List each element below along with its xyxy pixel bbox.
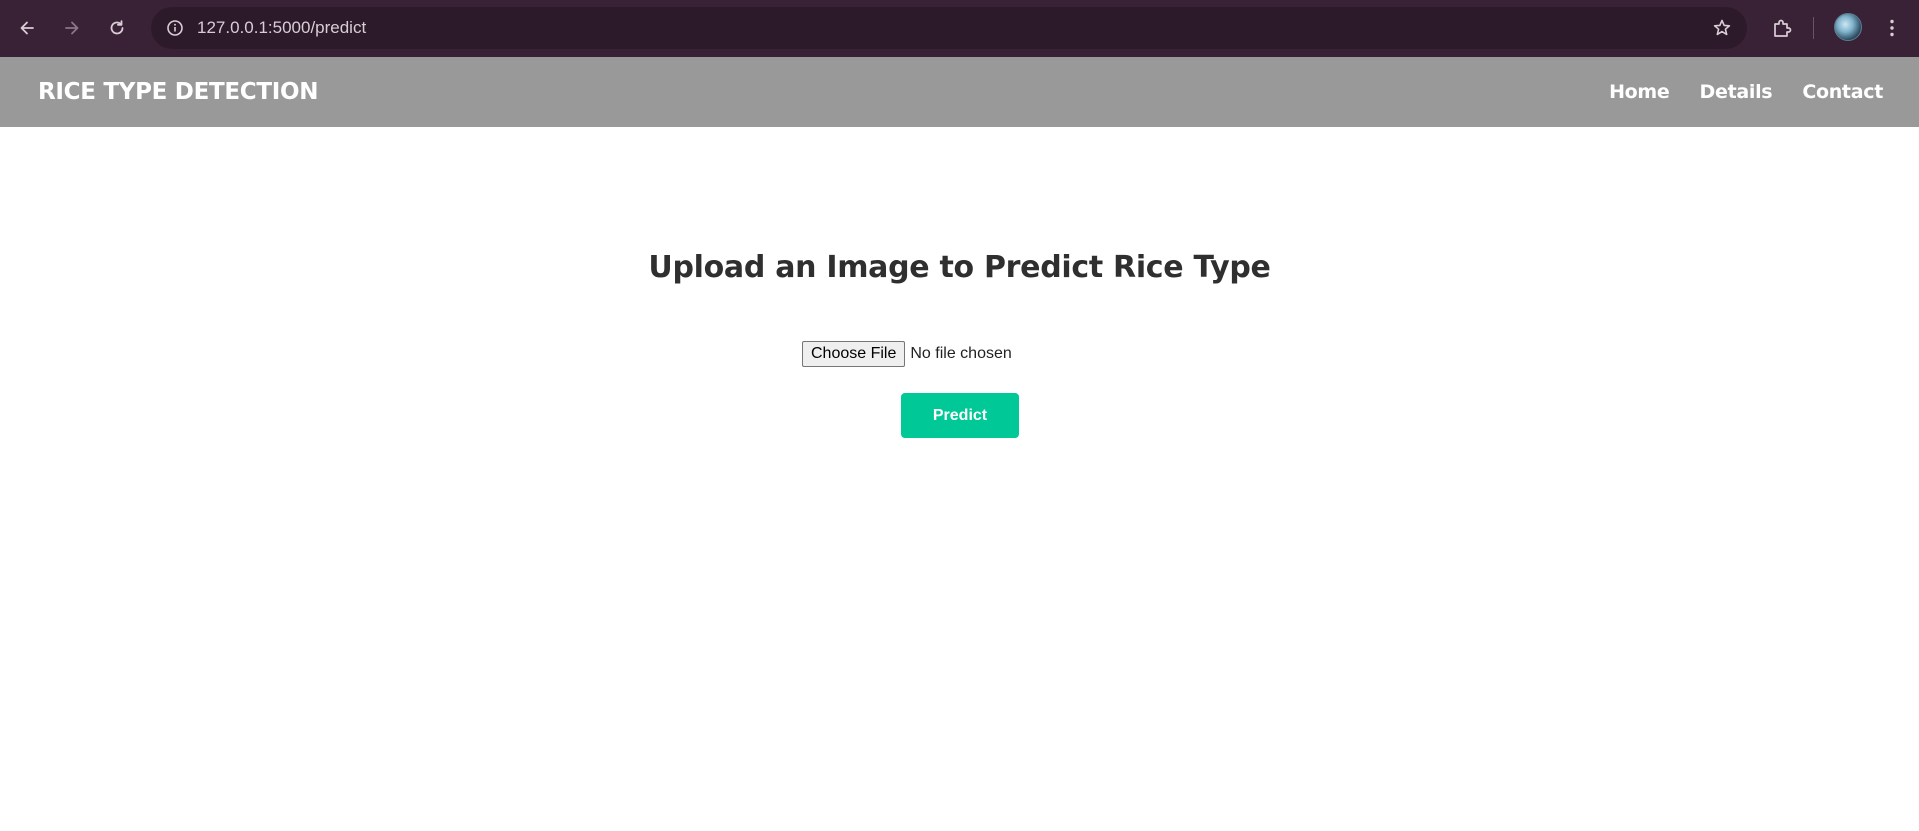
page-title: Upload an Image to Predict Rice Type: [648, 250, 1271, 285]
nav-links: Home Details Contact: [1609, 57, 1883, 127]
site-info-button[interactable]: [161, 14, 189, 42]
browser-toolbar: 127.0.0.1:5000/predict: [0, 0, 1919, 57]
brand-title: RICE TYPE DETECTION: [38, 79, 319, 105]
profile-avatar[interactable]: [1834, 13, 1862, 41]
arrow-left-icon: [20, 21, 34, 35]
address-bar[interactable]: 127.0.0.1:5000/predict: [151, 7, 1747, 49]
browser-menu-button[interactable]: [1876, 12, 1908, 44]
toolbar-divider: [1813, 17, 1814, 39]
nav-link-details[interactable]: Details: [1700, 81, 1773, 103]
bookmark-button[interactable]: [1709, 15, 1735, 41]
puzzle-icon: [1774, 19, 1792, 37]
file-status-text: No file chosen: [910, 345, 1012, 362]
back-button[interactable]: [12, 13, 42, 43]
nav-link-home[interactable]: Home: [1609, 81, 1670, 103]
site-navbar: RICE TYPE DETECTION Home Details Contact: [0, 57, 1919, 127]
info-icon: [167, 20, 183, 36]
file-input[interactable]: Choose File No file chosen: [802, 341, 1012, 367]
arrow-right-icon: [65, 21, 79, 35]
extensions-button[interactable]: [1766, 12, 1798, 44]
nav-link-contact[interactable]: Contact: [1802, 81, 1883, 103]
forward-button[interactable]: [57, 13, 87, 43]
kebab-menu-icon: [1890, 19, 1894, 37]
url-text[interactable]: 127.0.0.1:5000/predict: [197, 7, 366, 49]
star-icon: [1713, 19, 1731, 36]
reload-icon: [110, 20, 124, 35]
predict-button[interactable]: Predict: [901, 393, 1019, 438]
reload-button[interactable]: [102, 13, 132, 43]
choose-file-button[interactable]: Choose File: [802, 341, 906, 367]
